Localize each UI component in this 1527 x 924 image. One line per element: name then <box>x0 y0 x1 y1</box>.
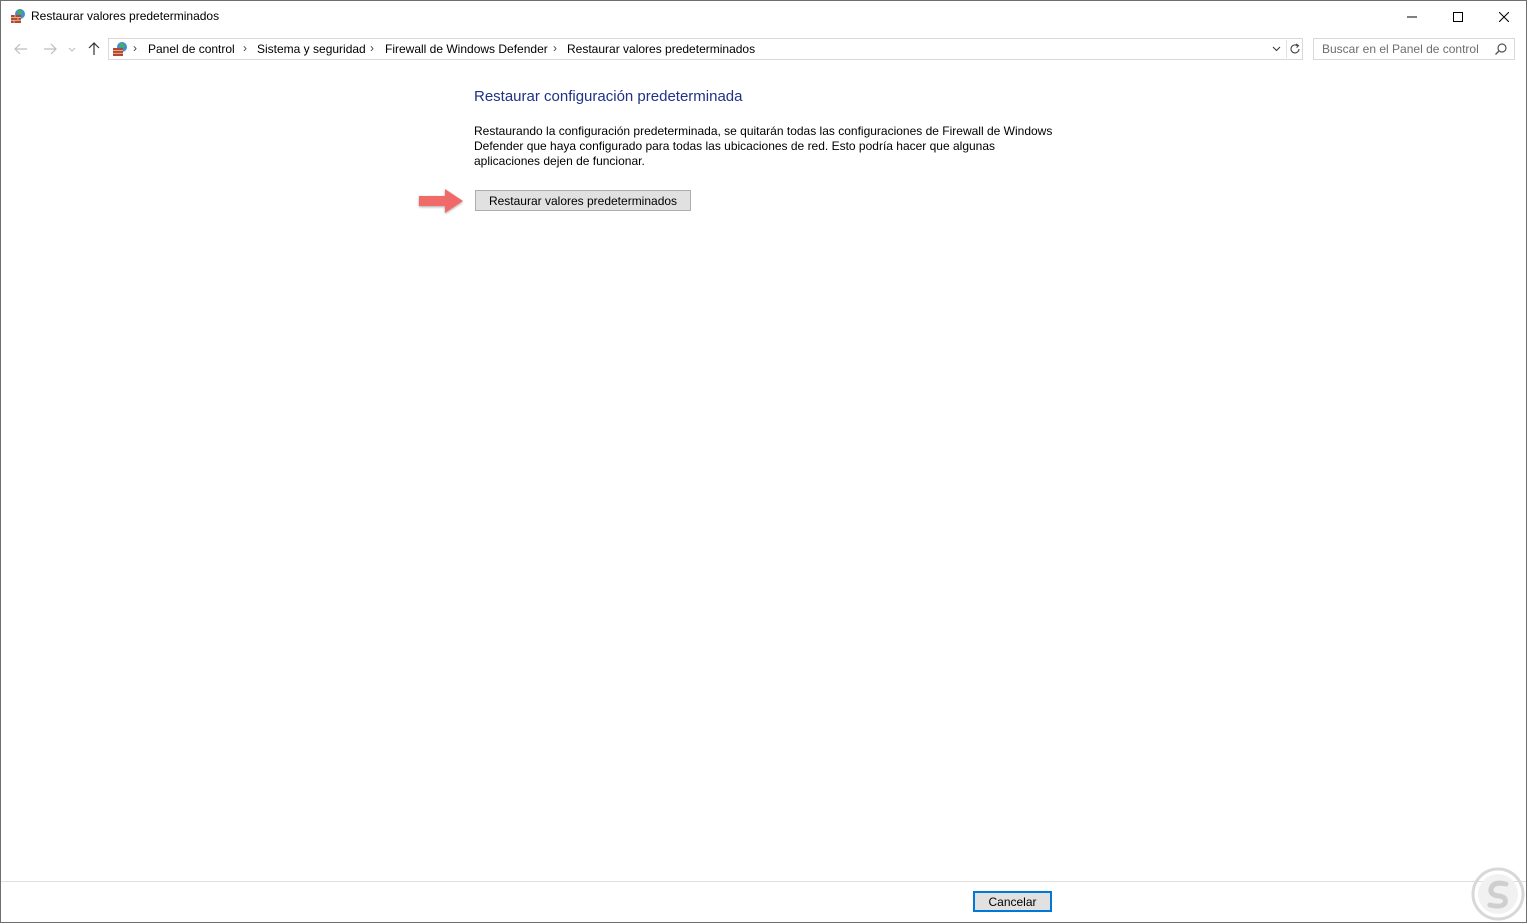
breadcrumb-separator[interactable]: › <box>133 41 137 55</box>
search-placeholder: Buscar en el Panel de control <box>1322 42 1479 56</box>
search-input[interactable]: Buscar en el Panel de control <box>1313 38 1515 60</box>
breadcrumb-separator[interactable]: › <box>553 41 557 55</box>
chevron-down-icon <box>1272 46 1280 52</box>
recent-locations-button[interactable] <box>66 40 78 58</box>
window-title: Restaurar valores predeterminados <box>31 9 220 23</box>
arrow-right-icon <box>44 43 57 55</box>
close-button[interactable] <box>1481 1 1527 32</box>
chevron-down-icon <box>68 47 76 52</box>
pointer-arrow-icon <box>417 186 465 216</box>
breadcrumb-separator[interactable]: › <box>370 41 374 55</box>
breadcrumb-item-sistema-y-seguridad[interactable]: Sistema y seguridad <box>257 42 366 56</box>
window: Restaurar valores predeterminados › Pane… <box>0 0 1527 923</box>
forward-button[interactable] <box>41 40 59 58</box>
firewall-icon <box>10 8 26 24</box>
back-button[interactable] <box>12 40 30 58</box>
page-description: Restaurando la configuración predetermin… <box>474 124 1053 168</box>
arrow-up-icon <box>88 42 100 55</box>
breadcrumb-item-restaurar[interactable]: Restaurar valores predeterminados <box>567 42 755 56</box>
firewall-icon <box>112 41 128 57</box>
restore-defaults-button[interactable]: Restaurar valores predeterminados <box>475 190 691 211</box>
breadcrumb-separator[interactable]: › <box>243 41 247 55</box>
page-title: Restaurar configuración predeterminada <box>474 88 743 105</box>
title-bar[interactable]: Restaurar valores predeterminados <box>1 1 1526 32</box>
breadcrumb-item-panel-de-control[interactable]: Panel de control <box>148 42 235 56</box>
maximize-button[interactable] <box>1435 1 1481 32</box>
arrow-left-icon <box>14 43 27 55</box>
minimize-button[interactable] <box>1389 1 1435 32</box>
maximize-icon <box>1453 11 1463 22</box>
breadcrumb-item-firewall[interactable]: Firewall de Windows Defender <box>385 42 548 56</box>
search-icon[interactable] <box>1494 42 1508 56</box>
address-bar[interactable]: › Panel de control › Sistema y seguridad… <box>108 38 1303 60</box>
navigation-bar: › Panel de control › Sistema y seguridad… <box>1 32 1526 65</box>
cancel-button[interactable]: Cancelar <box>973 891 1052 912</box>
refresh-button[interactable] <box>1288 41 1302 57</box>
address-history-button[interactable] <box>1269 42 1283 56</box>
minimize-icon <box>1407 16 1417 17</box>
footer-divider <box>1 881 1526 882</box>
watermark-logo-icon <box>1471 867 1525 921</box>
refresh-icon <box>1290 43 1300 54</box>
address-divider <box>1286 40 1287 58</box>
close-icon <box>1499 11 1509 22</box>
up-button[interactable] <box>85 40 103 58</box>
